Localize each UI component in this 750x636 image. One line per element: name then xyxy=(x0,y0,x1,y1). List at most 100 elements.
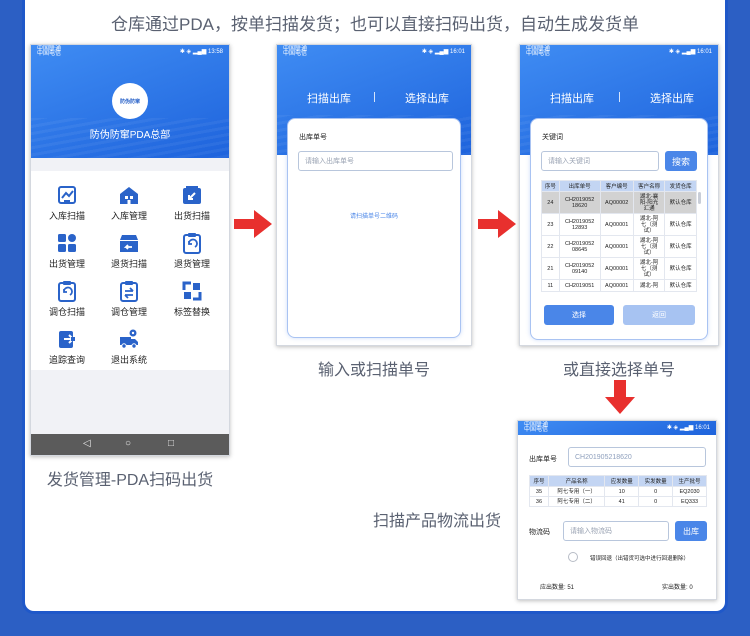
cell-no: 24 xyxy=(541,191,560,214)
select-button[interactable]: 选择 xyxy=(544,305,614,325)
keyword-label: 关键词 xyxy=(542,134,563,141)
cell-customer-no: AQ00001 xyxy=(599,257,634,280)
table-row[interactable]: 24 CH2019052 18620 AQ00002 湖北-襄 阳-阳光 汇通 默认仓库 xyxy=(541,191,697,214)
menu-item-label: 入库扫描 xyxy=(48,211,85,221)
menu-item[interactable]: 调仓扫描 xyxy=(37,280,97,318)
android-nav-bar: ◁ ○ □ xyxy=(31,434,229,455)
column-header: 序号 xyxy=(541,180,560,192)
tab-scan-outbound[interactable]: 扫描出库 xyxy=(550,90,594,106)
cell-no: 11 xyxy=(541,279,560,292)
cell-actual-qty: 0 xyxy=(638,486,674,497)
menu-item[interactable]: 标签替换 xyxy=(162,280,222,318)
home-nav-icon[interactable]: ○ xyxy=(125,438,131,450)
table-row[interactable]: 22 CH2019052 08645 AQ00001 湖北-阿 七（测 试） 默认仓库 xyxy=(541,235,697,258)
cell-product-name: 阿七专用（一） xyxy=(547,486,606,497)
actual-total: 实出数量: 0 xyxy=(662,585,693,591)
inbound-scan-icon xyxy=(58,186,76,204)
cell-order-no: CH2019052 18620 xyxy=(558,191,601,214)
column-header: 应发数量 xyxy=(604,475,640,487)
table-row[interactable]: 36 阿七专用（二） 41 0 EQ333 xyxy=(529,496,707,507)
cell-customer-no: AQ00001 xyxy=(599,213,634,236)
cell-customer-no: AQ00002 xyxy=(599,191,634,214)
column-header: 出库单号 xyxy=(558,180,601,192)
home-body: 入库扫描 入库管理 出货扫描出货管理 退货扫描 退货管理调仓扫描 调仓管理 标签替换追踪查询… xyxy=(31,158,229,436)
cell-customer-no: AQ00001 xyxy=(599,279,634,292)
menu-item[interactable]: 退货扫描 xyxy=(99,232,159,270)
transfer-scan-icon xyxy=(58,281,76,302)
order-no-input[interactable]: 请输入出库单号 xyxy=(298,151,453,171)
menu-item-label: 退出系统 xyxy=(110,355,147,365)
grid-icon xyxy=(58,234,76,252)
menu-item-label: 追踪查询 xyxy=(48,355,85,365)
menu-grid: 入库扫描 入库管理 出货扫描出货管理 退货扫描 退货管理调仓扫描 调仓管理 标签替换追踪查询… xyxy=(31,171,229,370)
phone-select-outbound: 中国联通 中国电信 ✱ ◈ ▂▄▆ 16:01 扫描出库 选择出库 关键词 请输入… xyxy=(519,44,719,346)
menu-item[interactable]: 出货管理 xyxy=(37,232,97,270)
menu-item[interactable]: 追踪查询 xyxy=(37,328,97,366)
recent-apps-nav-icon[interactable]: □ xyxy=(168,438,174,450)
cell-product-name: 阿七专用（二） xyxy=(547,496,606,507)
cell-order-no: CH2019052 09140 xyxy=(558,257,601,280)
search-button[interactable]: 搜索 xyxy=(665,151,697,171)
table-row[interactable]: 21 CH2019052 09140 AQ00001 湖北-阿 七（测 试） 默认仓库 xyxy=(541,257,697,280)
outbound-button[interactable]: 出库 xyxy=(675,521,707,541)
product-table: 序号 产品名称 应发数量 实发数量 生产批号 35 阿七专用（一） 10 0 EQ2030 36 阿… xyxy=(529,475,707,507)
order-no-field[interactable]: CH201905218620 xyxy=(568,447,706,467)
column-header: 产品名称 xyxy=(547,475,606,487)
menu-item-label: 退货扫描 xyxy=(110,259,147,269)
transfer-manage-icon xyxy=(120,281,138,302)
order-no-label: 出库单号 xyxy=(299,134,327,141)
column-header: 发货仓库 xyxy=(664,180,697,192)
menu-item-label: 调仓管理 xyxy=(110,307,147,317)
menu-item[interactable]: 出货扫描 xyxy=(162,184,222,222)
select-form-card: 关键词 请输入关键词 搜索 序号 出库单号 客户编号 客户名称 发货仓库 24 CH201… xyxy=(530,118,708,340)
cell-due-qty: 41 xyxy=(604,496,640,507)
cell-order-no: CH2019052 08645 xyxy=(558,235,601,258)
phone-scan-outbound: 中国联通 中国电信 ✱ ◈ ▂▄▆ 16:01 扫描出库 选择出库 出库单号 请输… xyxy=(276,44,472,346)
menu-item[interactable]: 退货管理 xyxy=(162,232,222,270)
status-bar: 中国联通 中国电信 ✱ ◈ ▂▄▆ 16:01 xyxy=(526,46,712,57)
cell-warehouse: 默认仓库 xyxy=(664,213,697,236)
table-row[interactable]: 11 CH2019051 AQ00001 湖北-阿 默认仓库 xyxy=(541,279,697,292)
back-nav-icon[interactable]: ◁ xyxy=(83,438,91,450)
cell-customer-name: 湖北-阿 七（测 试） xyxy=(632,235,666,258)
cell-customer-name: 湖北-阿 七（测 试） xyxy=(632,257,666,280)
menu-item-label: 入库管理 xyxy=(110,211,147,221)
label-replace-icon xyxy=(182,281,202,301)
column-header: 序号 xyxy=(529,475,549,487)
menu-item-label: 标签替换 xyxy=(173,307,210,317)
column-header: 客户编号 xyxy=(599,180,634,192)
menu-item[interactable]: 调仓管理 xyxy=(99,280,159,318)
cell-no: 23 xyxy=(541,213,560,236)
menu-item-label: 退货管理 xyxy=(173,259,210,269)
tab-select-outbound[interactable]: 选择出库 xyxy=(650,90,694,106)
cell-warehouse: 默认仓库 xyxy=(664,257,697,280)
cell-no: 36 xyxy=(529,496,549,507)
cell-warehouse: 默认仓库 xyxy=(664,191,697,214)
menu-item-label: 调仓扫描 xyxy=(48,307,85,317)
scan-form-card: 出库单号 请输入出库单号 请扫描单号二维码 xyxy=(287,118,461,338)
org-name: 防伪防窜PDA总部 xyxy=(89,130,171,141)
logistics-code-input[interactable]: 请输入物流码 xyxy=(563,521,669,541)
cell-no: 22 xyxy=(541,235,560,258)
arrow-right-icon xyxy=(234,210,272,238)
menu-item[interactable]: 入库扫描 xyxy=(37,184,97,222)
table-scrollbar[interactable] xyxy=(698,192,701,204)
tab-scan-outbound[interactable]: 扫描出库 xyxy=(307,90,351,106)
keyword-input[interactable]: 请输入关键词 xyxy=(541,151,659,171)
cell-customer-name: 湖北-阿 七（测 试） xyxy=(632,213,666,236)
scan-qr-hint: 请扫描单号二维码 xyxy=(349,214,398,220)
cell-batch-no: EQ2030 xyxy=(672,486,707,497)
tab-select-outbound[interactable]: 选择出库 xyxy=(405,90,449,106)
error-rollback-radio[interactable] xyxy=(568,552,578,562)
column-header: 实发数量 xyxy=(638,475,674,487)
cell-no: 35 xyxy=(529,486,549,497)
cell-warehouse: 默认仓库 xyxy=(664,279,697,292)
order-table: 序号 出库单号 客户编号 客户名称 发货仓库 24 CH2019052 18620 AQ000… xyxy=(541,180,697,292)
table-row[interactable]: 23 CH2019052 12893 AQ00001 湖北-阿 七（测 试） 默认仓库 xyxy=(541,213,697,236)
menu-item[interactable]: 退出系统 xyxy=(99,328,159,366)
menu-item[interactable]: 入库管理 xyxy=(99,184,159,222)
back-button[interactable]: 返回 xyxy=(623,305,695,325)
table-row[interactable]: 35 阿七专用（一） 10 0 EQ2030 xyxy=(529,486,707,497)
return-clipboard-icon xyxy=(183,233,201,254)
cell-customer-no: AQ00001 xyxy=(599,235,634,258)
